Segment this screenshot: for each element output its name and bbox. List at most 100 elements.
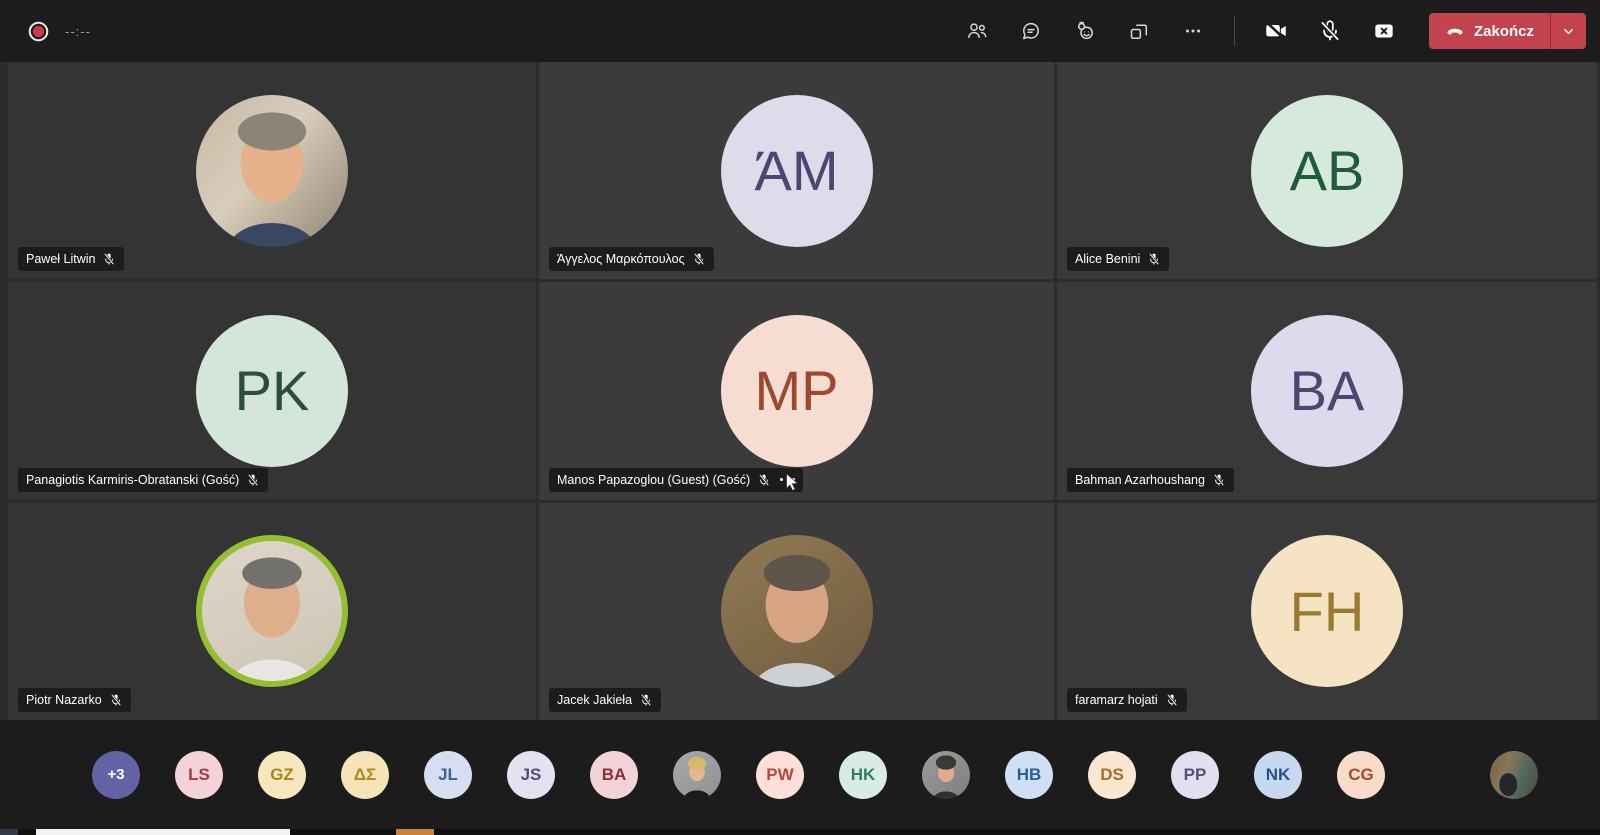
stop-sharing-button[interactable] <box>1361 11 1407 51</box>
participant-name-pill: Panagiotis Karmiris-Obratanski (Gość) <box>18 468 268 492</box>
end-call-button[interactable]: Zakończ <box>1429 13 1550 49</box>
end-call-split-button: Zakończ <box>1429 13 1586 49</box>
participant-name: faramarz hojati <box>1075 693 1158 707</box>
strip-avatar-initials: HB <box>1017 765 1042 785</box>
avatar-initials-text: AB <box>1290 138 1365 203</box>
background-window-segment <box>396 829 434 835</box>
strip-avatar[interactable]: DS <box>1088 751 1136 799</box>
participant-name: Manos Papazoglou (Guest) (Gość) <box>557 473 750 487</box>
participant-name-pill: faramarz hojati <box>1067 688 1187 712</box>
strip-avatar[interactable]: HB <box>1005 751 1053 799</box>
strip-avatar[interactable]: CG <box>1337 751 1385 799</box>
overflow-count-badge[interactable]: +3 <box>92 751 140 799</box>
strip-avatar-initials: JL <box>438 765 458 785</box>
strip-avatar-initials: JS <box>521 765 542 785</box>
participant-tile[interactable]: ΆΜ Άγγελος Μαρκόπουλος <box>539 62 1054 279</box>
mic-off-icon <box>1147 252 1161 266</box>
strip-avatar-initials: NK <box>1266 765 1291 785</box>
avatar-initials-text: BA <box>1290 358 1365 423</box>
toolbar-divider <box>1234 16 1235 46</box>
participants-button[interactable] <box>954 11 1000 51</box>
end-call-label: Zakończ <box>1474 23 1534 40</box>
self-view-avatar[interactable] <box>1490 751 1538 799</box>
mic-off-icon <box>757 473 771 487</box>
strip-avatar-initials: DS <box>1100 765 1124 785</box>
more-options-button[interactable] <box>1170 11 1216 51</box>
participant-tile[interactable]: BA Bahman Azarhoushang <box>1057 282 1597 499</box>
strip-avatar[interactable]: NK <box>1254 751 1302 799</box>
strip-avatar-initials: PW <box>766 765 793 785</box>
strip-avatar[interactable]: BA <box>590 751 638 799</box>
mic-off-icon <box>1212 473 1226 487</box>
stop-sharing-icon <box>1371 18 1397 44</box>
strip-avatar-initials: BA <box>602 765 627 785</box>
participant-name: Panagiotis Karmiris-Obratanski (Gość) <box>26 473 239 487</box>
chat-icon <box>1019 19 1043 43</box>
camera-toggle-button[interactable] <box>1253 11 1299 51</box>
strip-avatar[interactable]: JS <box>507 751 555 799</box>
strip-avatar[interactable]: ΔΣ <box>341 751 389 799</box>
meeting-window: --:-- <box>0 0 1600 835</box>
strip-avatar[interactable]: JL <box>424 751 472 799</box>
strip-avatar-initials: LS <box>188 765 210 785</box>
avatar-initials-text: MP <box>755 358 839 423</box>
avatar-initials-text: PK <box>235 358 310 423</box>
avatar-initials: PK <box>196 315 348 467</box>
mic-toggle-button[interactable] <box>1307 11 1353 51</box>
strip-avatar-initials: ΔΣ <box>354 765 376 785</box>
mic-off-icon <box>692 252 706 266</box>
audience-avatars: +3 LS GZ ΔΣ JL JS BA PW HK HB DS PP NK C… <box>0 751 1385 799</box>
end-call-options-button[interactable] <box>1550 13 1586 49</box>
participant-tile[interactable]: AB Alice Benini <box>1057 62 1597 279</box>
participant-tile[interactable]: FH faramarz hojati <box>1057 503 1597 720</box>
strip-avatar[interactable]: LS <box>175 751 223 799</box>
participant-name: Jacek Jakieła <box>557 693 632 707</box>
strip-avatar-initials: HK <box>851 765 876 785</box>
recording-indicator-icon <box>26 19 51 44</box>
chevron-down-icon <box>1561 24 1576 39</box>
chat-button[interactable] <box>1008 11 1054 51</box>
strip-avatar-initials: PP <box>1184 765 1207 785</box>
reactions-button[interactable] <box>1062 11 1108 51</box>
strip-avatar[interactable]: PW <box>756 751 804 799</box>
mic-off-icon <box>246 473 260 487</box>
participant-name-pill: Bahman Azarhoushang <box>1067 468 1234 492</box>
background-window-edge <box>0 829 1600 835</box>
participant-name: Paweł Litwin <box>26 252 95 266</box>
audience-strip: +3 LS GZ ΔΣ JL JS BA PW HK HB DS PP NK C… <box>0 720 1600 829</box>
avatar-initials: MP <box>721 315 873 467</box>
participant-tile[interactable]: PK Panagiotis Karmiris-Obratanski (Gość) <box>8 282 536 499</box>
breakout-rooms-icon <box>1127 19 1151 43</box>
participants-icon <box>965 19 989 43</box>
participant-name: Piotr Nazarko <box>26 693 102 707</box>
breakout-rooms-button[interactable] <box>1116 11 1162 51</box>
overflow-count-label: +3 <box>107 766 124 783</box>
participant-name-pill: Alice Benini <box>1067 247 1169 271</box>
participant-tile[interactable]: Jacek Jakieła <box>539 503 1054 720</box>
participant-grid: Paweł Litwin ΆΜ Άγγελος Μαρκόπουλος <box>0 62 1600 720</box>
mic-off-icon <box>1165 693 1179 707</box>
mic-off-icon <box>639 693 653 707</box>
participant-name-pill: Jacek Jakieła <box>549 688 661 712</box>
avatar-photo <box>196 95 348 247</box>
strip-avatar-initials: CG <box>1348 765 1374 785</box>
mic-off-icon <box>1317 18 1343 44</box>
meeting-toolbar: --:-- <box>0 0 1600 62</box>
participant-tile[interactable]: Piotr Nazarko <box>8 503 536 720</box>
background-window-segment <box>36 829 290 835</box>
strip-avatar-photo[interactable] <box>922 751 970 799</box>
participant-tile[interactable]: MP Manos Papazoglou (Guest) (Gość) <box>539 282 1054 499</box>
self-view[interactable] <box>1490 751 1538 799</box>
mic-off-icon <box>109 693 123 707</box>
avatar-photo <box>721 535 873 687</box>
strip-avatar[interactable]: PP <box>1171 751 1219 799</box>
avatar-initials-text: FH <box>1290 579 1365 644</box>
avatar-initials: ΆΜ <box>721 95 873 247</box>
strip-avatar[interactable]: HK <box>839 751 887 799</box>
camera-off-icon <box>1263 18 1289 44</box>
strip-avatar-photo[interactable] <box>673 751 721 799</box>
participant-tile[interactable]: Paweł Litwin <box>8 62 536 279</box>
participant-name-pill: Piotr Nazarko <box>18 688 131 712</box>
strip-avatar[interactable]: GZ <box>258 751 306 799</box>
mic-off-icon <box>102 252 116 266</box>
